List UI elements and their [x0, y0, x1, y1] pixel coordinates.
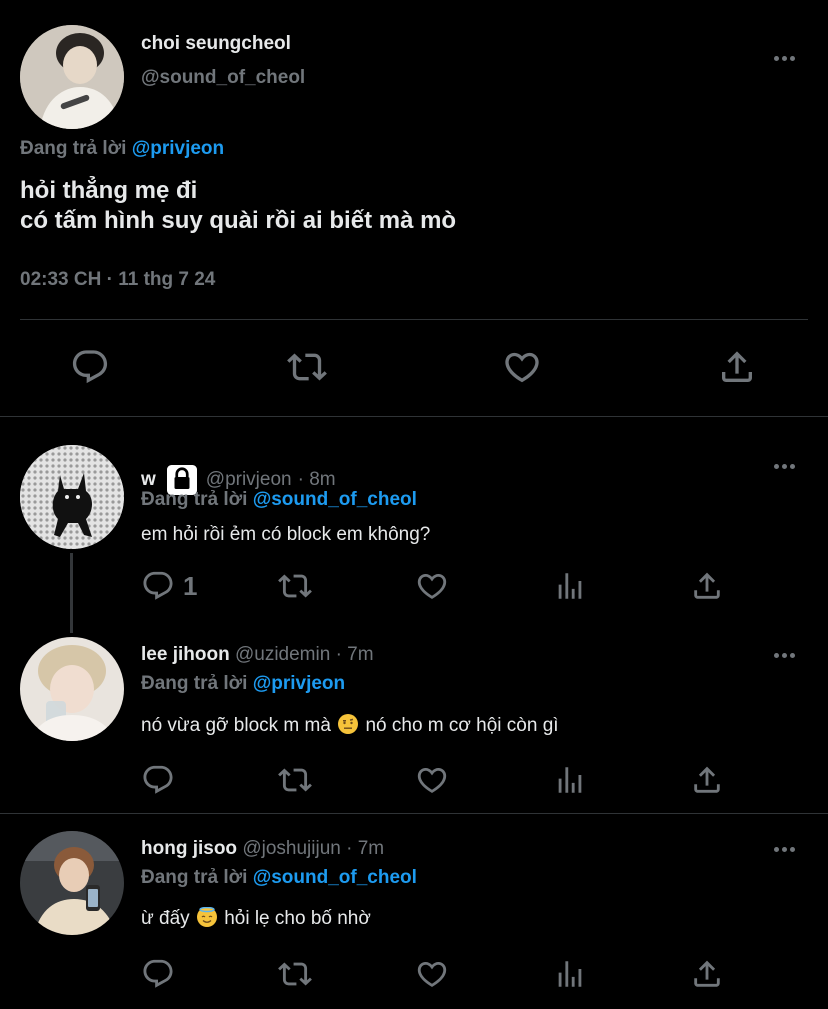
- tweet-text: hỏi thẳng mẹ đi có tấm hình suy quài rồi…: [20, 176, 456, 236]
- reply-2-handle[interactable]: @uzidemin: [235, 644, 330, 665]
- retweet-icon[interactable]: [285, 347, 329, 387]
- share-icon[interactable]: [717, 347, 757, 387]
- retweet-icon[interactable]: [277, 957, 313, 991]
- author-handle[interactable]: @sound_of_cheol: [141, 67, 305, 89]
- reply-3-text-after: hỏi lẹ cho bố nhờ: [224, 908, 371, 929]
- tweet-text-line-1: hỏi thẳng mẹ đi: [20, 177, 198, 204]
- retweet-icon[interactable]: [277, 763, 313, 797]
- views-icon[interactable]: [553, 569, 587, 603]
- reply-3-text: ừ đấy hỏi lẹ cho bố nhờ: [141, 906, 371, 930]
- reply-3-replying-to: Đang trả lời @sound_of_cheol: [141, 867, 417, 889]
- reply-icon[interactable]: [141, 763, 175, 797]
- retweet-icon[interactable]: [277, 569, 313, 603]
- avatar-main[interactable]: [20, 25, 124, 129]
- share-icon[interactable]: [690, 957, 724, 991]
- reply-1-replying-to: Đang trả lời @sound_of_cheol: [141, 489, 417, 511]
- reply-icon[interactable]: [70, 347, 110, 387]
- more-icon[interactable]: [774, 56, 795, 61]
- reply-icon[interactable]: 1: [141, 569, 197, 603]
- reply-2-display-name[interactable]: lee jihoon: [141, 644, 230, 665]
- share-icon[interactable]: [690, 763, 724, 797]
- views-icon[interactable]: [553, 763, 587, 797]
- tweet-text-line-2: có tấm hình suy quài rồi ai biết mà mò: [20, 207, 457, 234]
- author-display-name[interactable]: choi seungcheol: [141, 33, 291, 55]
- reply-2-text-before: nó vừa gỡ block m mà: [141, 715, 331, 736]
- reply-count: 1: [183, 570, 198, 601]
- reply-3-text-before: ừ đấy: [141, 908, 190, 929]
- thread-connector: [70, 553, 73, 633]
- replying-to-mention[interactable]: @privjeon: [132, 138, 224, 159]
- avatar-jihoon-image: [20, 637, 124, 741]
- reply-3-time[interactable]: · 7m: [346, 838, 384, 859]
- raised-eyebrow-emoji-icon: [338, 714, 359, 734]
- reply-1-time[interactable]: · 8m: [298, 469, 336, 491]
- replying-to-mention[interactable]: @sound_of_cheol: [253, 489, 417, 510]
- more-icon[interactable]: [774, 847, 795, 852]
- avatar-cat-image: [20, 445, 124, 549]
- reply-2-time[interactable]: · 7m: [336, 644, 374, 665]
- reply-2-replying-to: Đang trả lời @privjeon: [141, 673, 345, 695]
- replying-prefix: Đang trả lời: [141, 867, 248, 888]
- section-divider: [0, 416, 828, 417]
- reply-2-text: nó vừa gỡ block m mà nó cho m cơ hội còn…: [141, 714, 559, 737]
- views-icon[interactable]: [553, 957, 587, 991]
- tweet-timestamp[interactable]: 02:33 CH · 11 thg 7 24: [20, 269, 215, 291]
- reply-2-text-after: nó cho m cơ hội còn gì: [365, 715, 559, 736]
- avatar-reply-2[interactable]: [20, 637, 124, 741]
- reply-1-display-name[interactable]: w: [141, 469, 156, 491]
- more-icon[interactable]: [774, 464, 795, 469]
- reply-3-display-name[interactable]: hong jisoo: [141, 838, 237, 859]
- reply-icon[interactable]: [141, 957, 175, 991]
- share-icon[interactable]: [690, 569, 724, 603]
- like-icon[interactable]: [415, 957, 449, 991]
- avatar-jisoo-image: [20, 831, 124, 935]
- section-divider: [0, 813, 828, 814]
- reply-3-handle[interactable]: @joshujijun: [242, 838, 341, 859]
- replying-to-mention[interactable]: @sound_of_cheol: [253, 867, 417, 888]
- replying-prefix: Đang trả lời: [141, 489, 248, 510]
- avatar-reply-3[interactable]: [20, 831, 124, 935]
- replying-to-line: Đang trả lời @privjeon: [20, 138, 224, 160]
- replying-prefix: Đang trả lời: [20, 138, 127, 159]
- like-icon[interactable]: [501, 347, 543, 387]
- timestamp-divider: [20, 319, 808, 320]
- avatar-main-image: [20, 25, 124, 129]
- reply-1-text: em hỏi rồi ẻm có block em không?: [141, 524, 431, 545]
- more-icon[interactable]: [774, 653, 795, 658]
- reply-1-handle[interactable]: @privjeon: [206, 469, 292, 491]
- reply-3-header: hong jisoo @joshujijun · 7m: [141, 838, 384, 860]
- like-icon[interactable]: [415, 763, 449, 797]
- avatar-reply-1[interactable]: [20, 445, 124, 549]
- replying-to-mention[interactable]: @privjeon: [253, 673, 345, 694]
- replying-prefix: Đang trả lời: [141, 673, 248, 694]
- reply-2-header: lee jihoon @uzidemin · 7m: [141, 644, 374, 666]
- halo-smile-emoji-icon: [196, 906, 217, 927]
- like-icon[interactable]: [415, 569, 449, 603]
